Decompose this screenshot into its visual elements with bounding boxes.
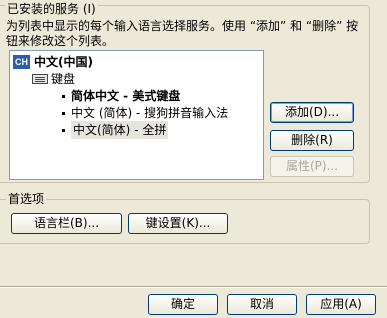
installed-services-description: 为列表中显示的每个输入语言选择服务。使用 “添加” 和 “删除” 按钮来修改这个… [6,19,359,48]
tree-item-service[interactable]: 中文(简体) - 全拼 [10,121,260,139]
language-flag-icon: CH [13,55,30,69]
bullet-icon [62,95,65,98]
remove-button[interactable]: 删除(R) [270,130,354,151]
key-settings-button[interactable]: 键设置(K)... [128,213,228,234]
preferences-group: 语言栏(B)... 键设置(K)... [0,199,370,244]
services-tree[interactable]: CH 中文(中国) 键盘 简体中文 - 美式键盘 中文 (简体) - 搜狗拼音输… [9,50,264,180]
installed-services-title: 已安装的服务 (I) [5,2,98,16]
bottom-divider [0,286,387,288]
keyboard-icon [32,74,48,84]
service-label: 中文 (简体) - 搜狗拼音输入法 [71,106,229,120]
apply-button[interactable]: 应用(A) [306,294,376,315]
bullet-icon [62,129,65,132]
tree-item-service[interactable]: 简体中文 - 美式键盘 [10,87,260,105]
ok-button[interactable]: 确定 [148,294,218,315]
bullet-icon [62,112,65,115]
cancel-button[interactable]: 取消 [227,294,297,315]
service-label: 中文(简体) - 全拼 [71,121,169,139]
language-bar-button[interactable]: 语言栏(B)... [11,213,122,234]
keyboard-label: 键盘 [51,72,76,86]
properties-button[interactable]: 属性(P)... [270,156,354,177]
tree-item-language[interactable]: CH 中文(中国) [10,53,260,71]
preferences-title: 首选项 [6,192,47,206]
language-label: 中文(中国) [34,55,93,69]
tree-item-service[interactable]: 中文 (简体) - 搜狗拼音输入法 [10,104,260,122]
service-label: 简体中文 - 美式键盘 [71,89,181,103]
add-button[interactable]: 添加(D)... [270,102,354,123]
tree-item-keyboard[interactable]: 键盘 [10,70,260,88]
installed-services-group: 已安装的服务 (I) 为列表中显示的每个输入语言选择服务。使用 “添加” 和 “… [0,2,370,183]
